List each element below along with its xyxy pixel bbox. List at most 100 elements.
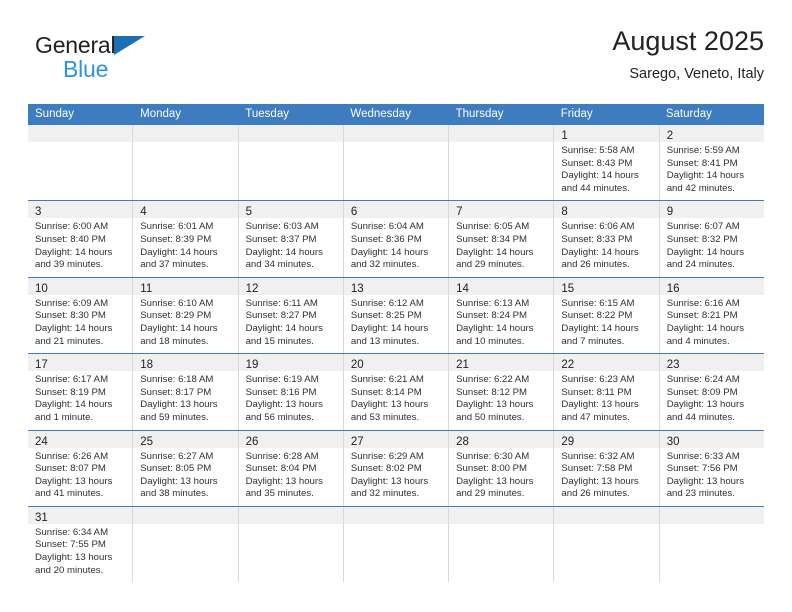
- calendar-day-cell[interactable]: 4 Sunrise: 6:01 AM Sunset: 8:39 PM Daylight…: [132, 201, 238, 277]
- sun-times-details: Sunrise: 6:05 AM Sunset: 8:34 PM Daylight:…: [449, 218, 553, 276]
- sun-detail-line: Daylight: 14 hours: [35, 399, 113, 411]
- sun-detail-line: Sunset: 8:40 PM: [35, 233, 106, 245]
- calendar-day-cell-empty: [237, 506, 343, 583]
- sun-times-details: Sunrise: 6:29 AM Sunset: 8:02 PM Daylight:…: [344, 448, 448, 506]
- day-number: 29: [561, 435, 575, 448]
- sun-times-details: Sunrise: 6:33 AM Sunset: 7:56 PM Daylight:…: [660, 448, 764, 506]
- calendar-day-cell[interactable]: 27 Sunrise: 6:29 AM Sunset: 8:02 PM Dayligh…: [342, 430, 449, 506]
- weekday-header-row: Sunday Monday Tuesday Wednesday Thursday Frid…: [28, 104, 764, 125]
- day-number: 16: [666, 282, 680, 295]
- day-number-band: 16: [659, 277, 764, 295]
- day-number: 17: [35, 359, 48, 372]
- calendar-day-cell[interactable]: 9 Sunrise: 6:07 AM Sunset: 8:32 PM Daylight…: [658, 201, 764, 277]
- day-number: 21: [456, 359, 469, 372]
- day-number-band: [28, 125, 133, 142]
- calendar-day-cell-empty: [448, 125, 554, 201]
- sun-detail-line: Daylight: 14 hours: [140, 246, 218, 258]
- sun-times-details: Sunrise: 6:27 AM Sunset: 8:05 PM Daylight:…: [133, 448, 237, 506]
- day-number-band: 14: [449, 277, 554, 295]
- sun-detail-line: Daylight: 14 hours: [350, 322, 429, 334]
- day-number-band: 21: [449, 354, 554, 372]
- day-number: 13: [350, 282, 364, 295]
- calendar-day-cell[interactable]: 24 Sunrise: 6:26 AM Sunset: 8:07 PM Dayligh…: [28, 430, 133, 506]
- calendar-day-cell-empty: [132, 125, 238, 201]
- sun-times-details: Sunrise: 6:18 AM Sunset: 8:17 PM Daylight:…: [133, 371, 237, 429]
- masthead: General Blue August 2025 Sarego, Veneto,…: [28, 24, 764, 96]
- calendar-day-cell[interactable]: 11 Sunrise: 6:10 AM Sunset: 8:29 PM Dayligh…: [132, 277, 238, 354]
- sun-detail-line: Sunrise: 6:01 AM: [140, 221, 214, 233]
- day-number-band: 9: [659, 201, 764, 219]
- sun-times-details: Sunrise: 6:07 AM Sunset: 8:32 PM Daylight:…: [660, 218, 764, 276]
- sun-detail-line: Daylight: 13 hours: [245, 399, 323, 411]
- calendar-day-cell[interactable]: 18 Sunrise: 6:18 AM Sunset: 8:17 PM Dayligh…: [132, 354, 238, 430]
- sun-times-details: Sunrise: 6:04 AM Sunset: 8:36 PM Daylight:…: [344, 218, 448, 276]
- calendar-day-cell[interactable]: 29 Sunrise: 6:32 AM Sunset: 7:58 PM Dayligh…: [553, 430, 659, 506]
- calendar-day-cell[interactable]: 25 Sunrise: 6:27 AM Sunset: 8:05 PM Dayligh…: [132, 430, 238, 506]
- day-number: 2: [666, 130, 674, 142]
- day-number: 15: [561, 282, 575, 295]
- sun-detail-line: Daylight: 14 hours: [140, 322, 218, 334]
- sun-detail-line: and 59 minutes.: [140, 411, 209, 423]
- calendar-day-cell[interactable]: 22 Sunrise: 6:23 AM Sunset: 8:11 PM Dayligh…: [553, 354, 659, 430]
- sun-detail-line: Sunset: 8:24 PM: [456, 310, 528, 322]
- day-number-band: [659, 506, 764, 524]
- day-number: 11: [140, 282, 153, 295]
- day-number: 18: [140, 359, 154, 372]
- sun-detail-line: and 21 minutes.: [35, 335, 104, 347]
- sun-detail-line: Sunrise: 6:33 AM: [666, 450, 740, 462]
- calendar-day-cell[interactable]: 5 Sunrise: 6:03 AM Sunset: 8:37 PM Daylight…: [237, 201, 343, 277]
- day-number-band: 24: [28, 430, 133, 448]
- calendar-day-cell[interactable]: 20 Sunrise: 6:21 AM Sunset: 8:14 PM Dayligh…: [342, 354, 449, 430]
- calendar-day-cell[interactable]: 1 Sunrise: 5:58 AM Sunset: 8:43 PM Daylight…: [553, 125, 659, 201]
- day-number: 27: [350, 435, 364, 448]
- day-number-band: [133, 125, 238, 142]
- day-number-band: 3: [28, 201, 133, 219]
- sun-detail-line: and 4 minutes.: [666, 335, 730, 347]
- sun-times-details: Sunrise: 6:09 AM Sunset: 8:30 PM Daylight:…: [28, 295, 132, 353]
- calendar-day-cell[interactable]: 12 Sunrise: 6:11 AM Sunset: 8:27 PM Dayligh…: [237, 277, 343, 354]
- calendar-day-cell[interactable]: 19 Sunrise: 6:19 AM Sunset: 8:16 PM Dayligh…: [237, 354, 343, 430]
- sun-detail-line: Daylight: 14 hours: [666, 246, 745, 258]
- calendar-day-cell[interactable]: 21 Sunrise: 6:22 AM Sunset: 8:12 PM Dayligh…: [448, 354, 554, 430]
- sun-detail-line: Daylight: 14 hours: [35, 246, 113, 258]
- day-number-band: 4: [133, 201, 238, 219]
- calendar-day-cell[interactable]: 23 Sunrise: 6:24 AM Sunset: 8:09 PM Dayligh…: [658, 354, 764, 430]
- calendar-day-cell[interactable]: 28 Sunrise: 6:30 AM Sunset: 8:00 PM Dayligh…: [448, 430, 554, 506]
- sun-detail-line: Daylight: 13 hours: [350, 399, 429, 411]
- day-number-band: 27: [343, 430, 449, 448]
- calendar-day-cell-empty: [237, 125, 343, 201]
- sun-detail-line: Sunrise: 6:34 AM: [35, 526, 109, 538]
- calendar-day-cell[interactable]: 7 Sunrise: 6:05 AM Sunset: 8:34 PM Daylight…: [448, 201, 554, 277]
- calendar-day-cell[interactable]: 3 Sunrise: 6:00 AM Sunset: 8:40 PM Daylight…: [28, 201, 133, 277]
- calendar-day-cell[interactable]: 26 Sunrise: 6:28 AM Sunset: 8:04 PM Dayligh…: [237, 430, 343, 506]
- calendar-day-cell[interactable]: 8 Sunrise: 6:06 AM Sunset: 8:33 PM Daylight…: [553, 201, 659, 277]
- calendar-day-cell[interactable]: 31 Sunrise: 6:34 AM Sunset: 7:55 PM Dayligh…: [28, 506, 133, 583]
- calendar-day-cell[interactable]: 6 Sunrise: 6:04 AM Sunset: 8:36 PM Daylight…: [342, 201, 449, 277]
- calendar-week-row: 1 Sunrise: 5:58 AM Sunset: 8:43 PM Daylight…: [28, 125, 764, 201]
- sun-times-details: Sunrise: 6:15 AM Sunset: 8:22 PM Daylight:…: [554, 295, 658, 353]
- calendar-day-cell[interactable]: 14 Sunrise: 6:13 AM Sunset: 8:24 PM Dayligh…: [448, 277, 554, 354]
- calendar-day-cell[interactable]: 16 Sunrise: 6:16 AM Sunset: 8:21 PM Dayligh…: [658, 277, 764, 354]
- sun-detail-line: and 23 minutes.: [666, 488, 735, 500]
- sun-detail-line: and 38 minutes.: [140, 488, 209, 500]
- calendar-day-cell[interactable]: 2 Sunrise: 5:59 AM Sunset: 8:41 PM Daylight…: [658, 125, 764, 201]
- sun-detail-line: Sunrise: 6:26 AM: [35, 450, 109, 462]
- calendar-day-cell[interactable]: 10 Sunrise: 6:09 AM Sunset: 8:30 PM Dayligh…: [28, 277, 133, 354]
- sun-detail-line: and 10 minutes.: [456, 335, 525, 347]
- calendar-day-cell[interactable]: 30 Sunrise: 6:33 AM Sunset: 7:56 PM Dayligh…: [658, 430, 764, 506]
- sun-times-details: Sunrise: 6:19 AM Sunset: 8:16 PM Daylight:…: [239, 371, 343, 429]
- calendar-day-cell-empty: [132, 506, 238, 583]
- day-number: 3: [35, 206, 42, 219]
- calendar-day-cell[interactable]: 15 Sunrise: 6:15 AM Sunset: 8:22 PM Dayligh…: [553, 277, 659, 354]
- weekday-header-saturday: Saturday: [665, 108, 712, 120]
- sun-times-details: Sunrise: 6:24 AM Sunset: 8:09 PM Daylight:…: [660, 371, 764, 429]
- sun-detail-line: Sunset: 7:56 PM: [666, 463, 738, 475]
- sun-times-details: Sunrise: 6:26 AM Sunset: 8:07 PM Daylight:…: [28, 448, 132, 506]
- sun-detail-line: and 50 minutes.: [456, 411, 525, 423]
- calendar-day-cell[interactable]: 17 Sunrise: 6:17 AM Sunset: 8:19 PM Dayligh…: [28, 354, 133, 430]
- day-number-band: 26: [238, 430, 343, 448]
- sun-times-details: Sunrise: 6:12 AM Sunset: 8:25 PM Daylight:…: [344, 295, 448, 353]
- calendar-day-cell[interactable]: 13 Sunrise: 6:12 AM Sunset: 8:25 PM Dayligh…: [342, 277, 449, 354]
- sun-detail-line: Sunset: 8:27 PM: [245, 310, 317, 322]
- general-blue-logo[interactable]: General Blue: [35, 32, 235, 94]
